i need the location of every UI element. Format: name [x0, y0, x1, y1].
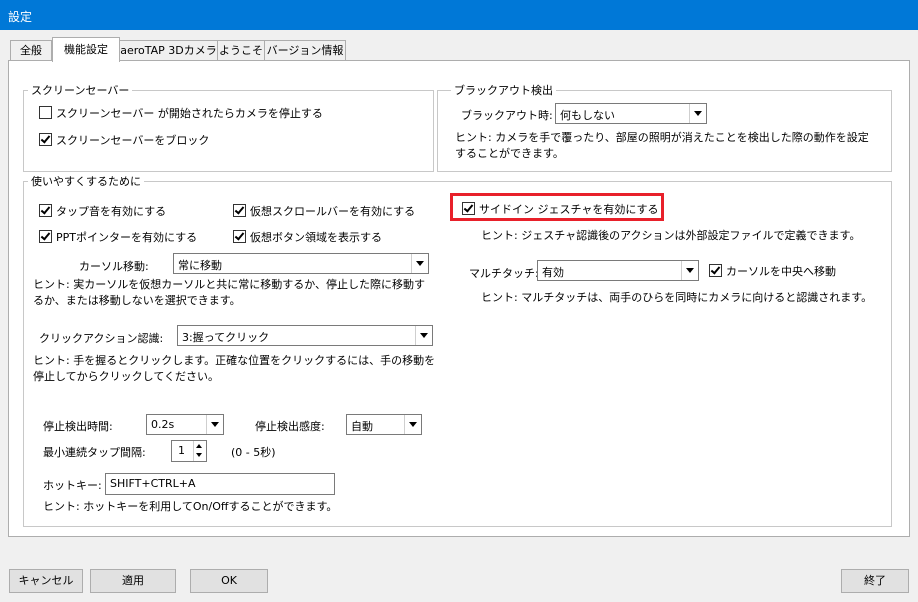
tap-sound-checkbox[interactable] — [39, 204, 52, 217]
screensaver-stop-camera-checkbox[interactable] — [39, 106, 52, 119]
side-gesture-checkbox[interactable] — [462, 202, 475, 215]
hotkey-hint: ヒント: ホットキーを利用してOn/Offすることができます。 — [43, 500, 338, 513]
cursor-move-label: カーソル移動: — [79, 260, 149, 273]
tab-welcome[interactable]: ようこそ — [217, 40, 265, 61]
title-bar: 設定 — [0, 0, 918, 30]
ppt-pointer-label: PPTポインターを有効にする — [56, 231, 198, 244]
ppt-pointer-checkbox[interactable] — [39, 230, 52, 243]
multitouch-label: マルチタッチ: — [469, 267, 539, 280]
screensaver-block-label: スクリーンセーバーをブロック — [56, 134, 210, 147]
hotkey-label: ホットキー: — [43, 479, 102, 492]
chevron-down-icon — [681, 261, 698, 280]
apply-button[interactable]: 適用 — [90, 569, 176, 593]
blackout-select[interactable]: 何もしない — [555, 103, 707, 124]
virtual-button-checkbox[interactable] — [233, 230, 246, 243]
screensaver-block-checkbox[interactable] — [39, 133, 52, 146]
tab-version-info[interactable]: バージョン情報 — [264, 40, 346, 61]
usability-group-title: 使いやすくするために — [28, 173, 144, 189]
min-tap-stepper[interactable]: 1 — [171, 440, 207, 462]
blackout-group-title: ブラックアウト検出 — [451, 82, 556, 98]
stop-detect-time-select[interactable]: 0.2s — [146, 414, 224, 435]
stop-detect-sens-select[interactable]: 自動 — [346, 414, 422, 435]
center-cursor-checkbox[interactable] — [709, 264, 722, 277]
tab-panel: スクリーンセーバー スクリーンセーバー が開始されたらカメラを停止する スクリー… — [8, 60, 910, 537]
virtual-button-label: 仮想ボタン領域を表示する — [250, 231, 382, 244]
click-action-select-value: 3:握ってクリック — [182, 331, 270, 344]
cursor-move-select[interactable]: 常に移動 — [173, 253, 429, 274]
stop-detect-sens-label: 停止検出感度: — [255, 420, 325, 433]
chevron-down-icon — [689, 104, 706, 123]
hotkey-input[interactable] — [105, 473, 335, 495]
multitouch-hint: ヒント: マルチタッチは、両手のひらを同時にカメラに向けると認識されます。 — [481, 291, 873, 304]
chevron-down-icon — [404, 415, 421, 434]
screensaver-group-title: スクリーンセーバー — [28, 82, 133, 98]
multitouch-select[interactable]: 有効 — [537, 260, 699, 281]
stop-detect-time-select-value: 0.2s — [151, 418, 175, 431]
tab-aerotap-3d-camera[interactable]: aeroTAP 3Dカメラ — [119, 40, 218, 61]
tab-features[interactable]: 機能設定 — [52, 37, 120, 62]
min-tap-value: 1 — [178, 444, 185, 457]
spin-arrows-icon[interactable] — [193, 441, 206, 461]
exit-button[interactable]: 終了 — [841, 569, 909, 593]
chevron-down-icon — [411, 254, 428, 273]
virtual-scroll-checkbox[interactable] — [233, 204, 246, 217]
virtual-scroll-label: 仮想スクロールバーを有効にする — [250, 205, 416, 218]
cursor-move-select-value: 常に移動 — [178, 259, 222, 272]
cursor-move-hint: ヒント: 実カーソルを仮想カーソルと共に常に移動するか、停止した際に移動するか、… — [33, 278, 425, 307]
chevron-down-icon — [206, 415, 223, 434]
min-tap-range: (0 - 5秒) — [231, 446, 276, 459]
blackout-hint: ヒント: カメラを手で覆ったり、部屋の照明が消えたことを検出した際の動作を設定す… — [455, 131, 869, 160]
blackout-label: ブラックアウト時: — [461, 109, 553, 122]
cancel-button[interactable]: キャンセル — [9, 569, 83, 593]
chevron-down-icon — [415, 326, 432, 345]
screensaver-group — [23, 90, 434, 172]
screensaver-stop-camera-label: スクリーンセーバー が開始されたらカメラを停止する — [56, 107, 323, 120]
gesture-hint: ヒント: ジェスチャ認識後のアクションは外部設定ファイルで定義できます。 — [481, 229, 861, 242]
stop-detect-time-label: 停止検出時間: — [43, 420, 113, 433]
tab-general[interactable]: 全般 — [10, 40, 52, 61]
click-action-label: クリックアクション認識: — [39, 332, 164, 345]
multitouch-select-value: 有効 — [542, 266, 564, 279]
window-title: 設定 — [8, 10, 33, 24]
ok-button[interactable]: OK — [190, 569, 268, 593]
stop-detect-sens-select-value: 自動 — [351, 420, 373, 433]
blackout-select-value: 何もしない — [560, 109, 615, 122]
min-tap-label: 最小連続タップ間隔: — [43, 446, 146, 459]
center-cursor-label: カーソルを中央へ移動 — [726, 265, 836, 278]
tap-sound-label: タップ音を有効にする — [56, 205, 167, 218]
click-action-hint: ヒント: 手を握るとクリックします。正確な位置をクリックするには、手の移動を停止… — [33, 354, 436, 383]
side-gesture-label: サイドイン ジェスチャを有効にする — [479, 203, 659, 216]
hotkey-input-field[interactable] — [106, 474, 320, 492]
click-action-select[interactable]: 3:握ってクリック — [177, 325, 433, 346]
